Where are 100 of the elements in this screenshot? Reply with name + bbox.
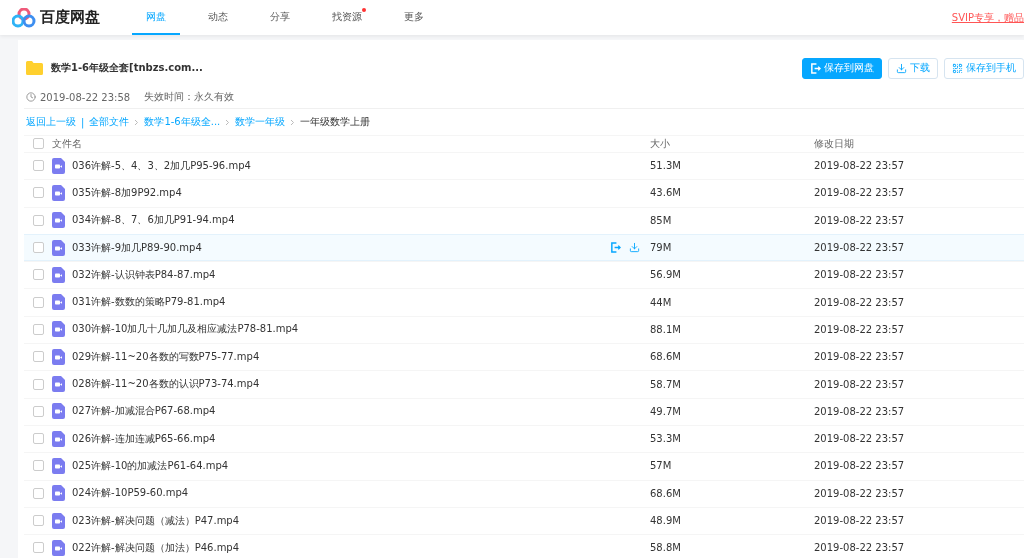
chevron-icon — [290, 118, 296, 126]
column-header[interactable]: 文件名 — [52, 136, 650, 151]
created-time: 2019-08-22 23:58 — [40, 91, 131, 103]
logo-text: 百度网盘 — [40, 8, 100, 27]
modified-date: 2019-08-22 23:57 — [814, 187, 906, 199]
file-size: 88.1M — [650, 323, 682, 335]
file-name[interactable]: 025许解-10的加减法P61-64.mp4 — [72, 458, 229, 473]
file-name[interactable]: 033许解-9加几P89-90.mp4 — [72, 240, 202, 255]
save-icon — [810, 62, 821, 74]
video-file-icon — [52, 157, 65, 174]
nav-tab[interactable]: 找资源 — [318, 0, 376, 35]
row-checkbox[interactable] — [33, 405, 44, 417]
row-checkbox[interactable] — [33, 214, 44, 226]
download-icon[interactable] — [629, 242, 640, 254]
file-row[interactable]: 022许解-解决问题（加法）P46.mp4 58.8M 2019-08-22 23:57 — [24, 534, 1024, 558]
file-name[interactable]: 032许解-认识钟表P84-87.mp4 — [72, 267, 216, 282]
file-size: 85M — [650, 214, 673, 226]
modified-date: 2019-08-22 23:57 — [814, 433, 906, 445]
file-name[interactable]: 035许解-8加9P92.mp4 — [72, 185, 182, 200]
download-icon — [896, 62, 907, 74]
chevron-icon — [225, 118, 231, 126]
row-checkbox[interactable] — [33, 269, 44, 281]
file-size: 49.7M — [650, 405, 682, 417]
video-file-icon — [52, 184, 65, 201]
row-checkbox[interactable] — [33, 351, 44, 363]
file-name[interactable]: 022许解-解决问题（加法）P46.mp4 — [72, 540, 240, 555]
column-header[interactable]: 大小 — [650, 136, 814, 151]
video-file-icon — [52, 239, 65, 256]
row-checkbox[interactable] — [33, 378, 44, 390]
expiry-info: 失效时间：永久有效 — [144, 90, 235, 104]
file-name[interactable]: 030许解-10加几十几加几及相应减法P78-81.mp4 — [72, 322, 299, 337]
chevron-icon — [134, 118, 140, 126]
file-size: 58.7M — [650, 378, 682, 390]
row-checkbox[interactable] — [33, 242, 44, 254]
file-name[interactable]: 036许解-5、4、3、2加几P95-96.mp4 — [72, 158, 251, 173]
video-file-icon — [52, 457, 65, 474]
modified-date: 2019-08-22 23:57 — [814, 460, 906, 472]
nav-tab[interactable]: 更多 — [390, 0, 438, 35]
modified-date: 2019-08-22 23:57 — [814, 405, 906, 417]
row-checkbox[interactable] — [33, 323, 44, 335]
video-file-icon — [52, 512, 65, 529]
video-file-icon — [52, 294, 65, 311]
video-file-icon — [52, 212, 65, 229]
file-name[interactable]: 028许解-11~20各数的认识P73-74.mp4 — [72, 377, 260, 391]
file-row[interactable]: 033许解-9加几P89-90.mp4 79M 2019-08-22 23:57 — [24, 233, 1024, 262]
nav-tab[interactable]: 分享 — [256, 0, 304, 35]
modified-date: 2019-08-22 23:57 — [814, 487, 906, 499]
video-file-icon — [52, 539, 65, 556]
modified-date: 2019-08-22 23:57 — [814, 269, 906, 281]
file-size: 68.6M — [650, 351, 682, 363]
file-name[interactable]: 031许解-数数的策略P79-81.mp4 — [72, 295, 226, 310]
row-checkbox[interactable] — [33, 515, 44, 526]
file-name[interactable]: 029许解-11~20各数的写数P75-77.mp4 — [72, 349, 260, 364]
file-size: 57M — [650, 460, 673, 472]
video-file-icon — [52, 266, 65, 283]
video-file-icon — [52, 485, 65, 502]
video-file-icon — [52, 321, 65, 338]
row-checkbox[interactable] — [33, 487, 44, 499]
row-checkbox[interactable] — [33, 296, 44, 308]
nav-tab[interactable]: 动态 — [194, 0, 242, 35]
file-name[interactable]: 023许解-解决问题（减法）P47.mp4 — [72, 513, 240, 528]
select-all-checkbox[interactable] — [33, 138, 44, 149]
logo-icon — [12, 7, 36, 28]
modified-date: 2019-08-22 23:57 — [814, 515, 906, 526]
file-name[interactable]: 027许解-加减混合P67-68.mp4 — [72, 404, 216, 419]
modified-date: 2019-08-22 23:57 — [814, 351, 906, 363]
modified-date: 2019-08-22 23:57 — [814, 296, 906, 308]
file-name[interactable]: 026许解-连加连减P65-66.mp4 — [72, 431, 216, 446]
file-size: 68.6M — [650, 487, 682, 499]
modified-date: 2019-08-22 23:57 — [814, 542, 906, 554]
row-checkbox[interactable] — [33, 187, 44, 199]
file-size: 43.6M — [650, 187, 682, 199]
breadcrumb-current: 一年级数学上册 — [300, 115, 371, 129]
row-checkbox[interactable] — [33, 160, 44, 172]
modified-date: 2019-08-22 23:57 — [814, 214, 906, 226]
file-name[interactable]: 034许解-8、7、6加几P91-94.mp4 — [72, 213, 235, 228]
folder-title: 数学1-6年级全套[tnbzs.com... — [51, 61, 204, 75]
folder-icon — [26, 61, 43, 75]
separator: | — [81, 116, 85, 128]
file-size: 79M — [650, 242, 673, 254]
column-header[interactable]: 修改日期 — [814, 136, 1024, 151]
file-size: 53.3M — [650, 433, 682, 445]
file-size: 48.9M — [650, 515, 682, 526]
file-size: 44M — [650, 296, 673, 308]
file-name[interactable]: 024许解-10P59-60.mp4 — [72, 486, 189, 501]
row-checkbox[interactable] — [33, 542, 44, 554]
video-file-icon — [52, 403, 65, 420]
modified-date: 2019-08-22 23:57 — [814, 160, 906, 172]
file-size: 58.8M — [650, 542, 682, 554]
video-file-icon — [52, 376, 65, 392]
row-checkbox[interactable] — [33, 433, 44, 445]
video-file-icon — [52, 430, 65, 447]
modified-date: 2019-08-22 23:57 — [814, 378, 906, 390]
modified-date: 2019-08-22 23:57 — [814, 242, 906, 254]
file-size: 56.9M — [650, 269, 682, 281]
qr-code-icon — [952, 62, 963, 74]
row-checkbox[interactable] — [33, 460, 44, 472]
modified-date: 2019-08-22 23:57 — [814, 323, 906, 335]
clock-icon — [26, 92, 36, 102]
video-file-icon — [52, 348, 65, 365]
